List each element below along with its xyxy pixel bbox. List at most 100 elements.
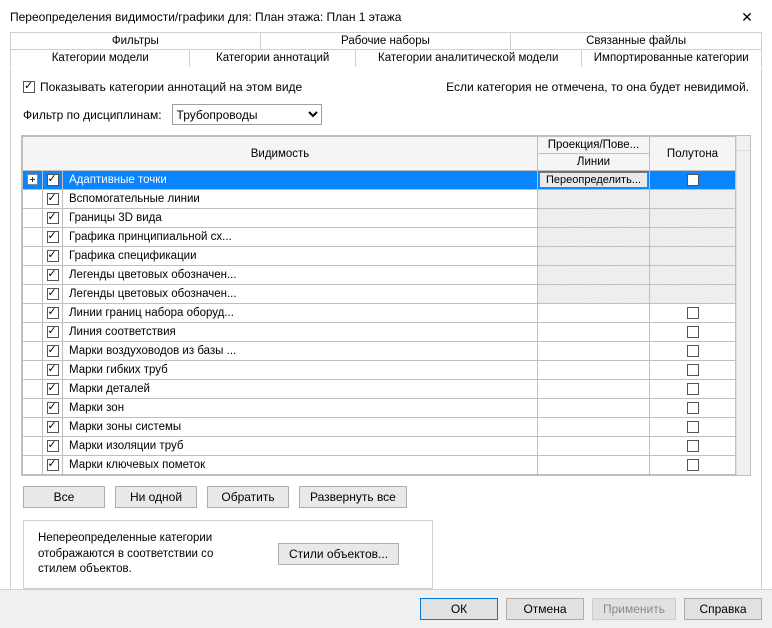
halftone-checkbox[interactable] — [687, 402, 699, 414]
halftone-cell[interactable] — [650, 285, 736, 304]
visibility-checkbox[interactable] — [47, 174, 59, 186]
halftone-cell[interactable] — [650, 342, 736, 361]
halftone-checkbox[interactable] — [687, 383, 699, 395]
halftone-checkbox[interactable] — [687, 459, 699, 471]
table-row[interactable]: Легенды цветовых обозначен... — [23, 285, 736, 304]
col-visibility[interactable]: Видимость — [23, 137, 538, 171]
visibility-checkbox[interactable] — [47, 402, 59, 414]
halftone-checkbox[interactable] — [687, 440, 699, 452]
visibility-checkbox[interactable] — [47, 326, 59, 338]
projection-cell[interactable] — [538, 247, 650, 266]
halftone-cell[interactable] — [650, 228, 736, 247]
show-categories-checkbox[interactable]: Показывать категории аннотаций на этом в… — [23, 80, 302, 94]
halftone-checkbox[interactable] — [687, 174, 699, 186]
projection-cell[interactable] — [538, 323, 650, 342]
select-none-button[interactable]: Ни одной — [115, 486, 197, 508]
visibility-checkbox[interactable] — [47, 364, 59, 376]
ok-button[interactable]: ОК — [420, 598, 498, 620]
halftone-cell[interactable] — [650, 418, 736, 437]
table-row[interactable]: Марки воздуховодов из базы ... — [23, 342, 736, 361]
projection-cell[interactable] — [538, 266, 650, 285]
visibility-checkbox[interactable] — [47, 231, 59, 243]
select-all-button[interactable]: Все — [23, 486, 105, 508]
projection-cell[interactable] — [538, 209, 650, 228]
halftone-cell[interactable] — [650, 247, 736, 266]
projection-cell[interactable] — [538, 285, 650, 304]
projection-cell[interactable] — [538, 361, 650, 380]
col-lines[interactable]: Линии — [538, 154, 650, 171]
tab-imported-categories[interactable]: Импортированные категории — [582, 49, 762, 67]
projection-cell[interactable]: Переопределить... — [538, 171, 650, 190]
table-row[interactable]: Марки зоны системы — [23, 418, 736, 437]
halftone-cell[interactable] — [650, 456, 736, 475]
tab-annotation-categories[interactable]: Категории аннотаций — [190, 49, 355, 67]
halftone-cell[interactable] — [650, 437, 736, 456]
halftone-checkbox[interactable] — [687, 421, 699, 433]
close-icon[interactable]: ✕ — [732, 5, 762, 29]
projection-cell[interactable] — [538, 304, 650, 323]
expand-icon[interactable] — [27, 174, 38, 185]
projection-cell[interactable] — [538, 380, 650, 399]
table-row[interactable]: Линия соответствия — [23, 323, 736, 342]
tab-analytical-categories[interactable]: Категории аналитической модели — [356, 49, 582, 67]
halftone-checkbox[interactable] — [687, 326, 699, 338]
visibility-checkbox[interactable] — [47, 345, 59, 357]
halftone-cell[interactable] — [650, 171, 736, 190]
vertical-scrollbar[interactable] — [736, 136, 750, 475]
projection-cell[interactable] — [538, 418, 650, 437]
visibility-checkbox[interactable] — [47, 250, 59, 262]
col-projection[interactable]: Проекция/Пове... — [538, 137, 650, 154]
table-row[interactable]: Графика принципиальной сх... — [23, 228, 736, 247]
halftone-cell[interactable] — [650, 266, 736, 285]
table-row[interactable]: Адаптивные точкиПереопределить... — [23, 171, 736, 190]
projection-cell[interactable] — [538, 456, 650, 475]
table-row[interactable]: Марки зон — [23, 399, 736, 418]
halftone-cell[interactable] — [650, 323, 736, 342]
col-halftone[interactable]: Полутона — [650, 137, 736, 171]
object-styles-button[interactable]: Стили объектов... — [278, 543, 399, 565]
visibility-checkbox[interactable] — [47, 212, 59, 224]
cancel-button[interactable]: Отмена — [506, 598, 584, 620]
projection-cell[interactable] — [538, 342, 650, 361]
halftone-cell[interactable] — [650, 190, 736, 209]
override-button[interactable]: Переопределить... — [539, 172, 648, 188]
visibility-checkbox[interactable] — [47, 193, 59, 205]
halftone-checkbox[interactable] — [687, 307, 699, 319]
help-button[interactable]: Справка — [684, 598, 762, 620]
projection-cell[interactable] — [538, 228, 650, 247]
visibility-checkbox[interactable] — [47, 459, 59, 471]
tab-linked-files[interactable]: Связанные файлы — [511, 32, 762, 50]
halftone-checkbox[interactable] — [687, 345, 699, 357]
visibility-checkbox[interactable] — [47, 383, 59, 395]
table-row[interactable]: Легенды цветовых обозначен... — [23, 266, 736, 285]
projection-cell[interactable] — [538, 437, 650, 456]
table-row[interactable]: Марки гибких труб — [23, 361, 736, 380]
table-row[interactable]: Марки деталей — [23, 380, 736, 399]
table-row[interactable]: Марки изоляции труб — [23, 437, 736, 456]
tab-worksets[interactable]: Рабочие наборы — [261, 32, 512, 50]
table-row[interactable]: Линии границ набора оборуд... — [23, 304, 736, 323]
discipline-filter-select[interactable]: Трубопроводы — [172, 104, 322, 125]
tab-model-categories[interactable]: Категории модели — [10, 49, 190, 67]
tab-filters[interactable]: Фильтры — [10, 32, 261, 50]
invert-button[interactable]: Обратить — [207, 486, 289, 508]
halftone-cell[interactable] — [650, 380, 736, 399]
table-row[interactable]: Марки ключевых пометок — [23, 456, 736, 475]
visibility-checkbox[interactable] — [47, 269, 59, 281]
visibility-checkbox[interactable] — [47, 440, 59, 452]
halftone-cell[interactable] — [650, 399, 736, 418]
projection-cell[interactable] — [538, 399, 650, 418]
visibility-checkbox[interactable] — [47, 307, 59, 319]
table-row[interactable]: Вспомогательные линии — [23, 190, 736, 209]
table-row[interactable]: Границы 3D вида — [23, 209, 736, 228]
halftone-cell[interactable] — [650, 304, 736, 323]
projection-cell[interactable] — [538, 190, 650, 209]
halftone-cell[interactable] — [650, 361, 736, 380]
expand-all-button[interactable]: Развернуть все — [299, 486, 407, 508]
table-row[interactable]: Графика спецификации — [23, 247, 736, 266]
categories-grid[interactable]: Видимость Проекция/Пове... Полутона Лини… — [21, 135, 751, 476]
visibility-checkbox[interactable] — [47, 288, 59, 300]
halftone-cell[interactable] — [650, 209, 736, 228]
halftone-checkbox[interactable] — [687, 364, 699, 376]
visibility-checkbox[interactable] — [47, 421, 59, 433]
